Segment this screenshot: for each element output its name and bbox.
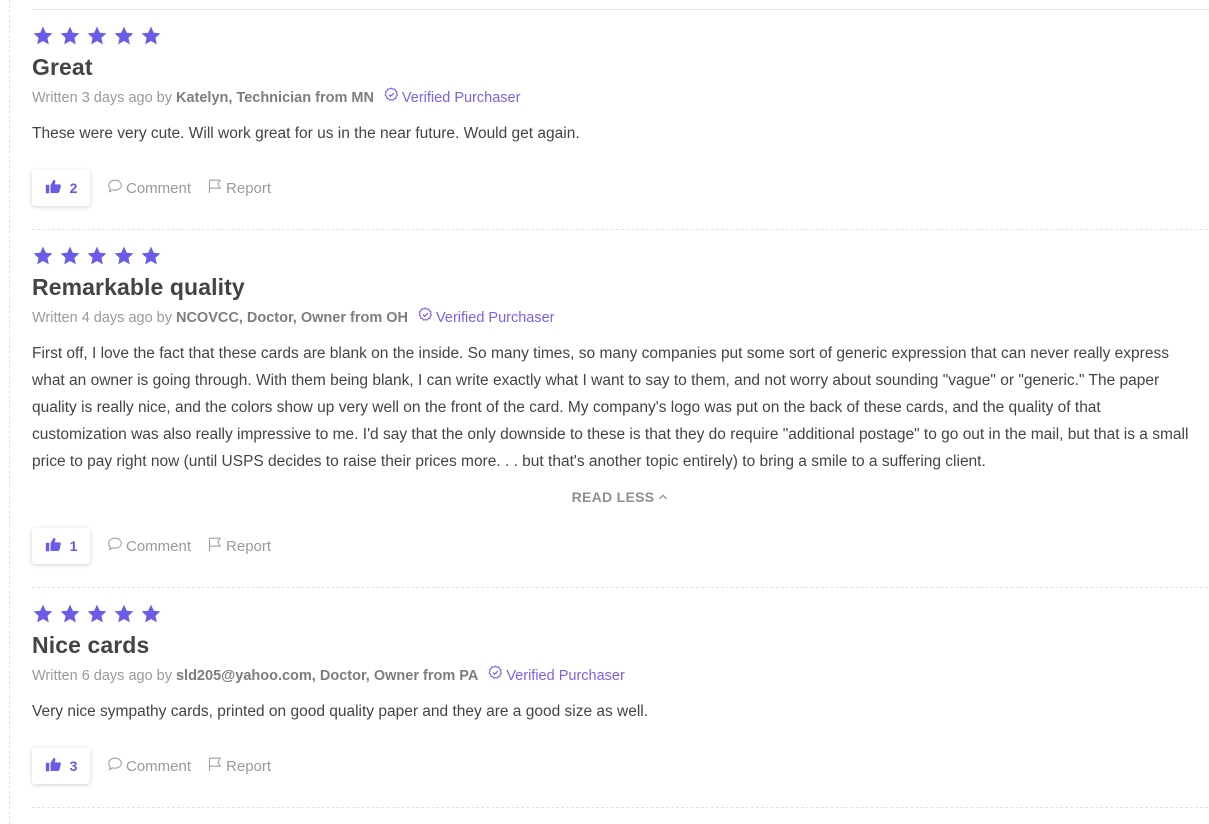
check-badge-icon [384,87,399,108]
star-rating [32,24,1208,48]
thumbs-up-icon [45,536,62,556]
star-icon [113,25,135,47]
star-icon [86,245,108,267]
chevron-up-icon [658,489,668,505]
check-badge-icon [418,307,433,328]
speech-bubble-icon [107,536,123,556]
star-icon [59,25,81,47]
star-icon [86,603,108,625]
report-label: Report [226,757,272,775]
written-date: Written 4 days ago by [32,309,172,326]
report-label: Report [226,537,272,555]
review-meta: Written 6 days ago by sld205@yahoo.com, D… [32,665,1208,686]
comment-label: Comment [126,757,192,775]
verified-badge: Verified Purchaser [488,665,625,686]
star-icon [32,25,54,47]
comment-button[interactable]: Comment [107,756,191,776]
star-icon [59,603,81,625]
report-button[interactable]: Report [207,536,271,556]
star-icon [140,603,162,625]
review-body: These were very cute. Will work great fo… [32,125,580,142]
review-list: Great Written 3 days ago by Katelyn, Techn… [32,10,1208,808]
review-card: Nice cards Written 6 days ago by sld205@ya… [32,588,1208,808]
review-meta: Written 3 days ago by Katelyn, Technician… [32,87,1208,108]
thumbs-up-icon [45,178,62,198]
star-icon [113,245,135,267]
report-button[interactable]: Report [207,178,271,198]
helpful-button[interactable]: 2 [32,170,90,206]
verified-label: Verified Purchaser [436,309,555,326]
thumbs-up-icon [45,756,62,776]
written-date: Written 6 days ago by [32,667,172,684]
verified-badge: Verified Purchaser [418,307,555,328]
report-label: Report [226,179,272,197]
left-divider [9,0,10,824]
star-icon [32,245,54,267]
review-card: Remarkable quality Written 4 days ago by N… [32,230,1208,588]
reviewer-name: sld205@yahoo.com, Doctor, Owner from PA [175,667,479,684]
star-rating [32,602,1208,626]
comment-label: Comment [126,179,192,197]
review-meta: Written 4 days ago by NCOVCC, Doctor, Own… [32,307,1208,328]
flag-icon [207,178,223,198]
report-button[interactable]: Report [207,756,271,776]
verified-badge: Verified Purchaser [384,87,520,108]
review-body: Very nice sympathy cards, printed on goo… [32,703,649,720]
review-card: Great Written 3 days ago by Katelyn, Techn… [32,10,1208,230]
helpful-button[interactable]: 3 [32,748,90,784]
flag-icon [207,536,223,556]
helpful-button[interactable]: 1 [32,528,90,564]
comment-button[interactable]: Comment [107,178,191,198]
check-badge-icon [488,665,503,686]
star-icon [140,245,162,267]
review-actions: 2 Comment Report [32,169,1208,207]
star-icon [113,603,135,625]
star-icon [140,25,162,47]
helpful-count: 1 [69,538,78,554]
star-icon [32,603,54,625]
reviewer-name: Katelyn, Technician from MN [175,89,374,106]
speech-bubble-icon [107,756,123,776]
written-date: Written 3 days ago by [32,89,172,106]
helpful-count: 2 [69,180,78,196]
comment-label: Comment [126,537,192,555]
read-less-button[interactable]: READ LESS [32,489,1208,505]
star-rating [32,244,1208,268]
review-actions: 3 Comment Report [32,747,1208,785]
helpful-count: 3 [69,758,78,774]
star-icon [59,245,81,267]
reviewer-name: NCOVCC, Doctor, Owner from OH [175,309,409,326]
verified-label: Verified Purchaser [401,89,521,106]
review-body: First off, I love the fact that these ca… [32,345,1189,470]
review-title: Nice cards [32,632,150,658]
read-less-label: READ LESS [571,489,655,505]
review-actions: 1 Comment Report [32,527,1208,565]
verified-label: Verified Purchaser [506,667,625,684]
speech-bubble-icon [107,178,123,198]
comment-button[interactable]: Comment [107,536,191,556]
review-title: Remarkable quality [32,274,245,300]
flag-icon [207,756,223,776]
review-title: Great [32,54,93,80]
star-icon [86,25,108,47]
